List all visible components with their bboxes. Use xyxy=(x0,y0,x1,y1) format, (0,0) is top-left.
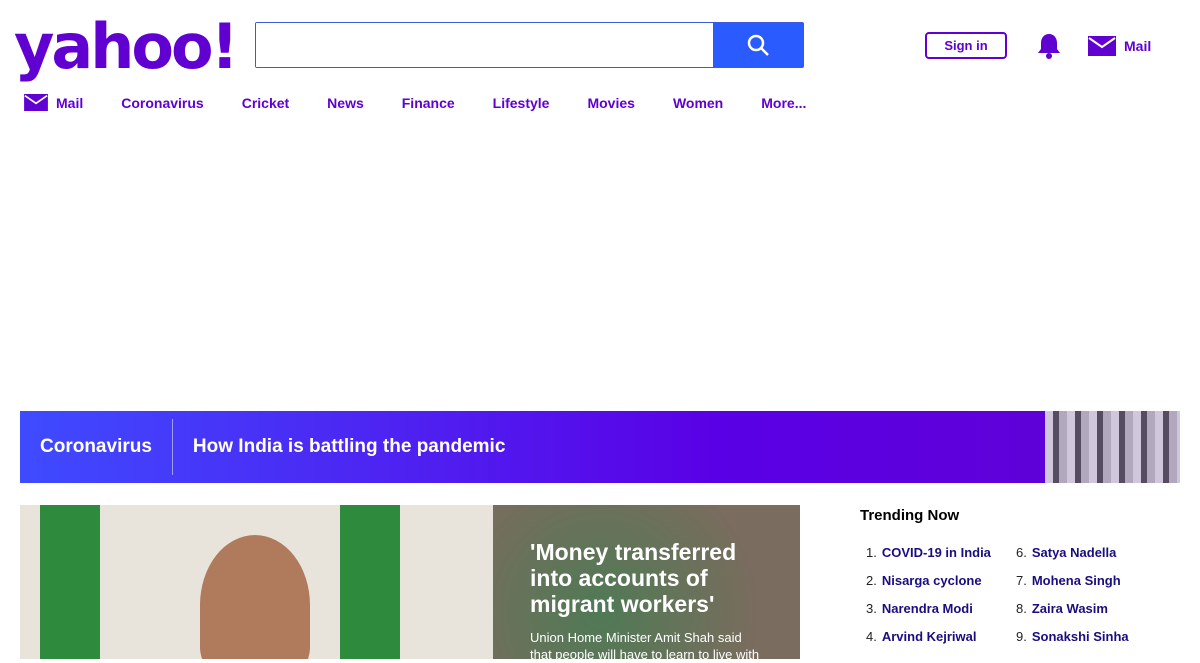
nav-women[interactable]: Women xyxy=(673,94,723,111)
trending-rank: 2. xyxy=(866,572,877,588)
nav-cricket[interactable]: Cricket xyxy=(242,94,289,111)
coronavirus-banner[interactable]: Coronavirus How India is battling the pa… xyxy=(20,411,1180,483)
search-button[interactable] xyxy=(713,23,803,67)
nav-coronavirus[interactable]: Coronavirus xyxy=(121,94,203,111)
search-input[interactable] xyxy=(256,23,713,67)
flag-graphic xyxy=(40,505,100,659)
trending-now: Trending Now 1. COVID-19 in India 2. Nisarg… xyxy=(860,507,1160,650)
trending-link[interactable]: Nisarga cyclone xyxy=(882,573,982,588)
mail-label: Mail xyxy=(1124,38,1152,54)
trending-link[interactable]: Arvind Kejriwal xyxy=(882,629,977,644)
trending-rank: 3. xyxy=(866,600,877,616)
nav-finance[interactable]: Finance xyxy=(402,94,455,111)
mail-link[interactable]: Mail xyxy=(1088,36,1151,56)
banner-image xyxy=(1045,411,1180,483)
trending-link[interactable]: Narendra Modi xyxy=(882,601,973,616)
trending-rank: 4. xyxy=(866,628,877,644)
nav-more[interactable]: More... xyxy=(761,94,806,111)
trending-link[interactable]: Sonakshi Sinha xyxy=(1032,629,1129,644)
person-graphic xyxy=(200,535,310,659)
flag-graphic xyxy=(340,505,400,659)
trending-rank: 1. xyxy=(866,544,877,560)
mail-icon xyxy=(24,94,48,111)
bell-icon[interactable] xyxy=(1036,32,1062,65)
nav-lifestyle[interactable]: Lifestyle xyxy=(493,94,550,111)
trending-rank: 8. xyxy=(1016,600,1027,616)
sign-in-button[interactable]: Sign in xyxy=(925,32,1007,59)
banner-tag: Coronavirus xyxy=(20,419,173,475)
yahoo-logo[interactable]: yahoo! xyxy=(14,14,239,80)
banner-title[interactable]: How India is battling the pandemic xyxy=(173,436,505,458)
trending-item[interactable]: 9. Sonakshi Sinha xyxy=(1010,622,1160,650)
trending-item[interactable]: 1. COVID-19 in India xyxy=(860,538,1010,566)
hero-image[interactable] xyxy=(20,505,493,659)
trending-list: 1. COVID-19 in India 2. Nisarga cyclone 3. Na… xyxy=(860,538,1160,650)
search-bar xyxy=(255,22,804,68)
trending-link[interactable]: Zaira Wasim xyxy=(1032,601,1108,616)
trending-item[interactable]: 4. Arvind Kejriwal xyxy=(860,622,1010,650)
trending-item[interactable]: 2. Nisarga cyclone xyxy=(860,566,1010,594)
hero-summary: Union Home Minister Amit Shah said that … xyxy=(530,630,760,662)
trending-item[interactable]: 6. Satya Nadella xyxy=(1010,538,1160,566)
nav-label: Mail xyxy=(56,94,84,111)
nav-mail[interactable]: Mail xyxy=(24,94,83,111)
mail-icon xyxy=(1088,36,1116,56)
trending-link[interactable]: COVID-19 in India xyxy=(882,545,991,560)
search-icon xyxy=(747,34,769,56)
trending-rank: 6. xyxy=(1016,544,1027,560)
nav-movies[interactable]: Movies xyxy=(587,94,634,111)
trending-title: Trending Now xyxy=(860,507,960,524)
trending-rank: 9. xyxy=(1016,628,1027,644)
trending-item[interactable]: 7. Mohena Singh xyxy=(1010,566,1160,594)
trending-link[interactable]: Satya Nadella xyxy=(1032,545,1117,560)
trending-item[interactable]: 8. Zaira Wasim xyxy=(1010,594,1160,622)
trending-link[interactable]: Mohena Singh xyxy=(1032,573,1121,588)
nav-news[interactable]: News xyxy=(327,94,364,111)
trending-rank: 7. xyxy=(1016,572,1027,588)
main-nav: Mail Coronavirus Cricket News Finance Li… xyxy=(24,94,844,111)
hero-headline[interactable]: 'Money transferred into accounts of migr… xyxy=(530,539,763,617)
trending-item[interactable]: 3. Narendra Modi xyxy=(860,594,1010,622)
hero-story[interactable]: 'Money transferred into accounts of migr… xyxy=(493,505,800,662)
